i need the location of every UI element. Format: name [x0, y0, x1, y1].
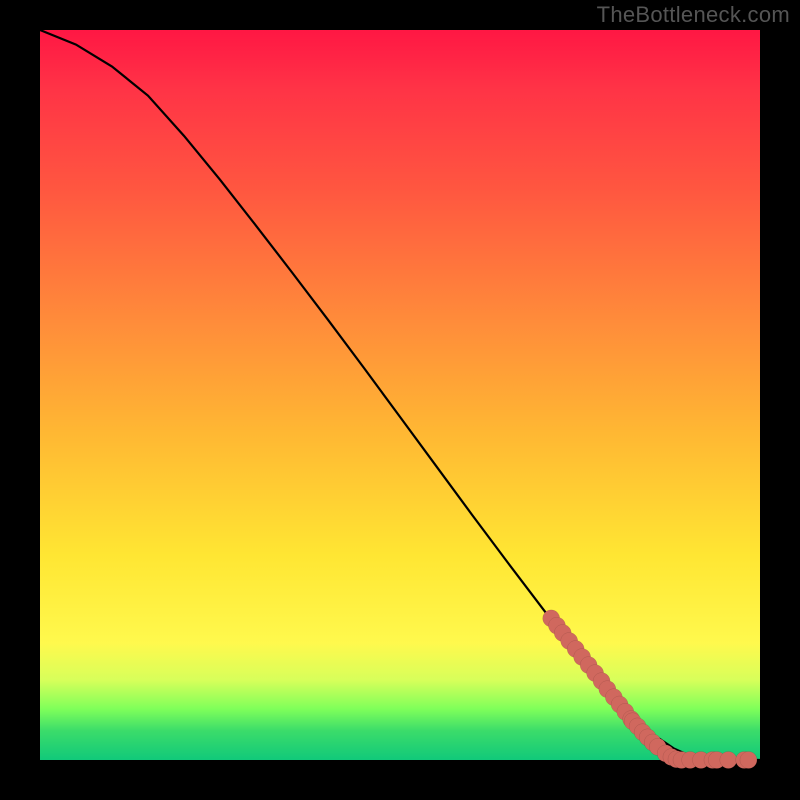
- overlay-svg: [40, 30, 760, 760]
- bottleneck-curve: [40, 30, 760, 760]
- data-marker: [740, 752, 757, 769]
- marker-layer: [543, 610, 757, 769]
- plot-area: [40, 30, 760, 760]
- chart-root: TheBottleneck.com: [0, 0, 800, 800]
- watermark-text: TheBottleneck.com: [597, 2, 790, 28]
- data-marker: [720, 752, 737, 769]
